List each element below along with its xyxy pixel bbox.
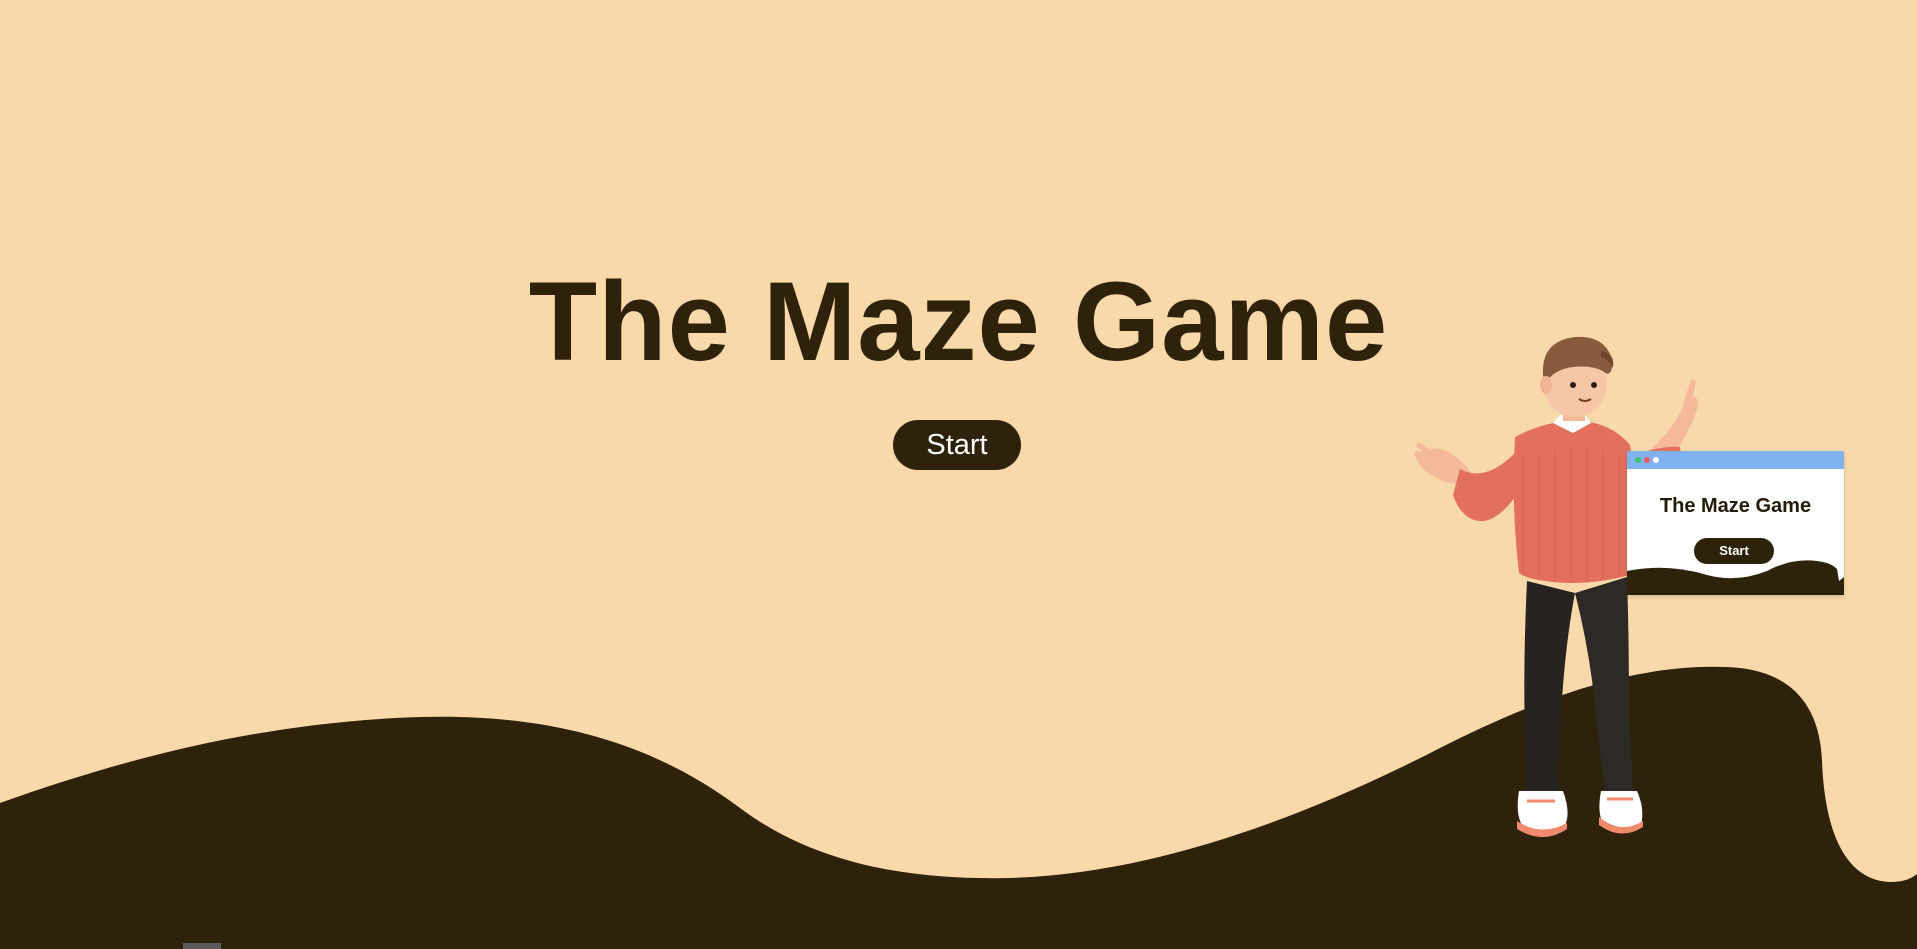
illustration-window-title: The Maze Game	[1659, 495, 1812, 517]
illustration-start-button: Start	[1694, 538, 1774, 564]
illustration-window: The Maze Game Start	[1627, 451, 1844, 595]
illustration-window-wave	[1627, 560, 1844, 595]
start-screen: The Maze Game Start The Maze Game Start	[0, 0, 1917, 949]
corner-tab	[183, 943, 221, 949]
start-button[interactable]: Start	[893, 420, 1021, 470]
character-illustration	[1415, 336, 1698, 837]
